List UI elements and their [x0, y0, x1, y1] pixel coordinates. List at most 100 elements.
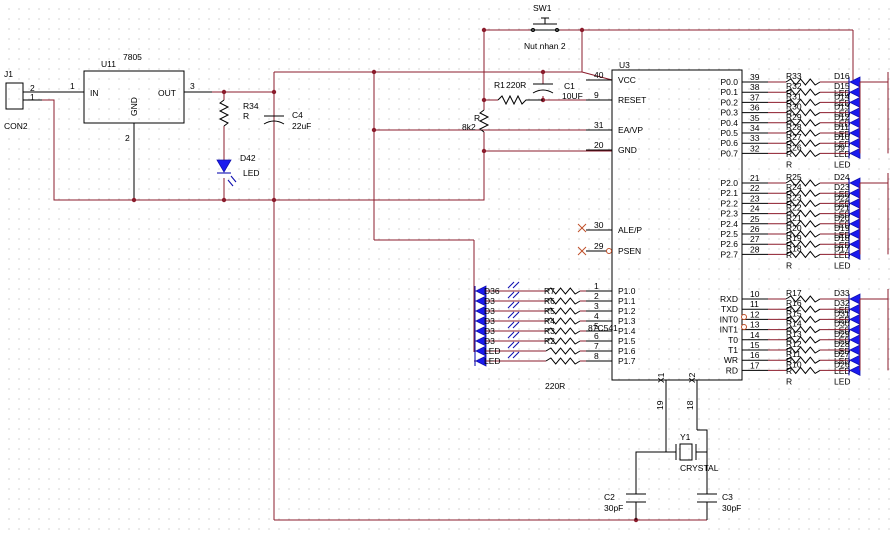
junctions	[131, 27, 639, 523]
bank-resistor-ref: R17	[786, 288, 802, 298]
bank-resistor-value: R	[786, 376, 792, 386]
crystal-circuit	[635, 429, 708, 520]
capacitor-c4[interactable]: C4 22uF	[263, 110, 311, 131]
u3-ref: U3	[619, 60, 630, 70]
bank-resistor-ref: R27	[786, 132, 802, 142]
u3-pin-name: P2.3	[721, 209, 739, 219]
bank-led-ref: D30	[834, 319, 850, 329]
j1-ref: J1	[4, 69, 13, 79]
c3-value: 30pF	[722, 503, 741, 513]
bank-led-ref: D32	[834, 298, 850, 308]
bank-led-ref: D12	[834, 112, 850, 122]
c1-ref: C1	[564, 81, 575, 91]
y1-value: CRYSTAL	[680, 463, 719, 473]
u11-gnd-label: GND	[129, 97, 139, 116]
c4-value: 22uF	[292, 121, 311, 131]
resistor-r34[interactable]: R34 R	[218, 99, 259, 127]
rpot-value: 8k2	[462, 122, 476, 132]
bank-led-ref: D21	[834, 203, 850, 213]
resistor-pot[interactable]: R 8k2	[462, 109, 490, 133]
u3-pin-name: P1.1	[618, 296, 636, 306]
u3-pin-39[interactable]: 39 P0.0	[721, 72, 769, 87]
u11-pin3: 3	[190, 81, 195, 91]
switch-sw1[interactable]: SW1 Nut nhan 2	[524, 3, 566, 51]
u11-pin1: 1	[70, 81, 75, 91]
p1-led-ref: D3	[484, 316, 495, 326]
u3-pin-num: 25	[750, 214, 760, 224]
p1-led-ref: D3	[484, 296, 495, 306]
u11-out-label: OUT	[158, 88, 176, 98]
mcu-u3[interactable]: U3 87C541 40 VCC9 RESET31 EA/VP20 GND30 ALE/P…	[586, 60, 768, 452]
u3-pin-name: P0.5	[721, 128, 739, 138]
u3-pin-num: 16	[750, 350, 760, 360]
p1-bank-value: 220R	[545, 381, 565, 391]
c2-ref: C2	[604, 492, 615, 502]
u3-pin-name: WR	[724, 355, 738, 365]
sw1-ref: SW1	[533, 3, 552, 13]
bank-resistor-ref: R18	[786, 243, 802, 253]
u3-pin-name: VCC	[618, 75, 636, 85]
p1-resistor-ref: R7	[544, 286, 555, 296]
bank-led-ref: D33	[834, 288, 850, 298]
u3-pin-name: P0.4	[721, 118, 739, 128]
u3-pin-10[interactable]: 10 RXD	[720, 289, 768, 304]
bank-resistor-ref: R23	[786, 192, 802, 202]
capacitor-c3[interactable]: C3 30pF	[697, 492, 741, 513]
u11-value: 7805	[123, 52, 142, 62]
p1-led-ref: D3	[484, 326, 495, 336]
u3-pin-name: P1.6	[618, 346, 636, 356]
bank-led-value: LED	[834, 376, 851, 386]
u3-pin-num: 37	[750, 92, 760, 102]
u3-pin-num: 8	[594, 351, 599, 361]
regulator-u11[interactable]: U11 7805 IN OUT GND 1 2 3	[70, 52, 212, 200]
u3-pin-num: 10	[750, 289, 760, 299]
u3-pin-20[interactable]: 20 GND	[586, 140, 637, 155]
u3-pin-name: P1.4	[618, 326, 636, 336]
u3-pin-name: RD	[726, 365, 738, 375]
u3-pin-name: PSEN	[618, 246, 641, 256]
u3-pin-num: 23	[750, 193, 760, 203]
u3-pin-num: 29	[594, 241, 604, 251]
u3-pin-num: 31	[594, 120, 604, 130]
p1-resistor-ref: R6	[544, 296, 555, 306]
u3-pin-31[interactable]: 31 EA/VP	[586, 120, 643, 135]
u3-pin-9[interactable]: 9 RESET	[586, 90, 646, 105]
u3-pin-name: ALE/P	[618, 225, 642, 235]
u3-pin-29[interactable]: 29 PSEN	[586, 241, 641, 256]
u3-pin-name: P2.0	[721, 178, 739, 188]
capacitor-c2[interactable]: C2 30pF	[604, 492, 646, 513]
c4-ref: C4	[292, 110, 303, 120]
u3-pin-num: 5	[594, 321, 599, 331]
bank-resistor-ref: R22	[786, 203, 802, 213]
u3-pin-name: P0.6	[721, 138, 739, 148]
p1-resistor-ref: R3	[544, 326, 555, 336]
bank-led-ref: D31	[834, 308, 850, 318]
capacitor-c1[interactable]: C1 10UF	[532, 81, 583, 101]
p1-led-value: LED	[484, 346, 501, 356]
u3-pin-name: P0.3	[721, 108, 739, 118]
u3-pin-40[interactable]: 40 VCC	[586, 70, 636, 85]
bank-led-value: LED	[834, 260, 851, 270]
bank-led-ref: D28	[834, 339, 850, 349]
u3-pin-name: P0.7	[721, 148, 739, 158]
p1-led-bank: R7D36R6D3R5D3R4D3R3D3R2D3LEDLED	[474, 281, 586, 367]
u3-pin-30[interactable]: 30 ALE/P	[586, 220, 642, 235]
bank-resistor-ref: R30	[786, 102, 802, 112]
u3-left-pins: 40 VCC 9 RESET 31 EA/VP 20 GND 30 ALE/P 29 PSEN 1 P1.…	[586, 70, 646, 366]
bank-resistor-ref: R20	[786, 223, 802, 233]
p1-led-row[interactable]: R7 D36	[474, 281, 586, 297]
bank-resistor-ref: R12	[786, 339, 802, 349]
bank-led-ref: D11	[834, 122, 849, 132]
led-d42[interactable]: D42 LED	[216, 153, 260, 187]
bank-resistor-ref: R16	[786, 298, 802, 308]
u3-pin-num: 15	[750, 340, 760, 350]
u3-pin-name: INT0	[720, 314, 739, 324]
r34-ref: R34	[243, 101, 259, 111]
u3-pin-name: P2.4	[721, 219, 739, 229]
u3-pin-num: 20	[594, 140, 604, 150]
u3-pin-name: T1	[728, 345, 738, 355]
u3-pin-21[interactable]: 21 P2.0	[721, 173, 769, 188]
u3-pin-num: 14	[750, 330, 760, 340]
u3-pin-name: P1.0	[618, 286, 636, 296]
bank-resistor-ref: R25	[786, 172, 802, 182]
